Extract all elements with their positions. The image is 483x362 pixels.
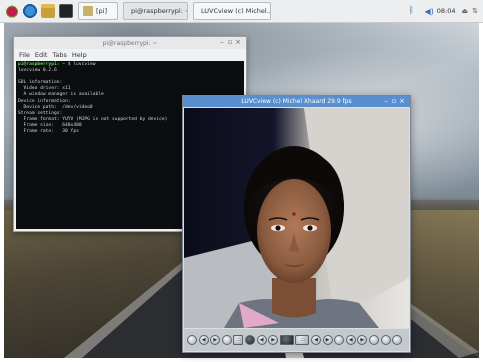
volume-icon[interactable]: ◀) [424,7,433,16]
control-button[interactable]: ◀ [310,335,321,345]
task-label: [pi] [96,7,108,15]
control-button[interactable]: ◀ [198,335,209,345]
control-button[interactable]: ▶ [268,335,279,345]
taskbar-task-luvcview[interactable]: LUVCview (c) Michel... [193,2,271,20]
eject-icon[interactable]: ⏏ [462,7,469,15]
control-button[interactable] [380,335,391,345]
maximize-icon[interactable]: ▫ [226,38,234,47]
command-text: luvcview [70,62,96,67]
control-button[interactable] [187,335,197,345]
taskbar: [pi] pi@raspberrypi: ~ LUVCview (c) Mich… [0,0,483,23]
left-pupil [275,225,281,231]
minimize-icon[interactable]: – [382,97,390,106]
web-browser-icon[interactable] [23,4,37,18]
control-button[interactable] [221,335,232,345]
control-button[interactable]: ▶ [357,335,368,345]
control-button[interactable]: ▶ [322,335,333,345]
luvcview-titlebar[interactable]: LUVCview (c) Michel Xhaard 29.9 fps – ▫ … [183,96,410,107]
control-button[interactable] [244,335,255,345]
taskbar-task-terminal[interactable]: pi@raspberrypi: ~ [123,2,188,20]
menu-tabs[interactable]: Tabs [52,51,66,59]
menu-edit[interactable]: Edit [35,51,48,59]
terminal-titlebar[interactable]: pi@raspberrypi: ~ – ▫ × [14,37,246,49]
terminal-icon[interactable] [59,4,73,18]
minimize-icon[interactable]: – [218,38,226,47]
system-tray: ᛒ ◀) 08:04 ⏏ ⇅ [408,6,483,16]
video-frame [184,108,409,328]
neck [272,278,316,318]
menu-help[interactable]: Help [72,51,87,59]
folder-icon [83,6,93,16]
window-title: pi@raspberrypi: ~ [102,39,158,47]
control-button[interactable] [279,335,294,345]
bindi [292,212,296,216]
bluetooth-icon[interactable]: ᛒ [408,6,414,16]
control-button[interactable]: ▭ [233,335,244,345]
terminal-menubar: File Edit Tabs Help [14,49,246,60]
control-button[interactable] [368,335,379,345]
control-button[interactable]: ◀ [345,335,356,345]
face [257,179,331,283]
control-button[interactable]: ◀ [256,335,267,345]
raspberry-menu-icon[interactable] [5,4,19,18]
prompt-user: pi@raspberrypi: [18,62,60,67]
close-icon[interactable]: × [234,38,242,47]
taskbar-task-files[interactable]: [pi] [78,2,118,20]
file-manager-icon[interactable] [41,4,55,18]
close-icon[interactable]: × [398,97,406,106]
camera-video-feed [184,108,409,328]
right-pupil [307,225,313,231]
control-button[interactable] [334,335,345,345]
wifi-icon[interactable]: ⇅ [472,7,478,15]
luvcview-window[interactable]: LUVCview (c) Michel Xhaard 29.9 fps – ▫ … [182,95,411,353]
control-button[interactable] [392,335,403,345]
maximize-icon[interactable]: ▫ [390,97,398,106]
task-label: pi@raspberrypi: ~ [131,7,188,15]
window-title: LUVCview (c) Michel Xhaard 29.9 fps [241,98,352,105]
clock[interactable]: 08:04 [437,7,456,15]
window-controls: – ▫ × [382,97,406,106]
task-label: LUVCview (c) Michel... [201,7,271,15]
luvcview-control-toolbar: ◀ ▶ ▭ ◀ ▶ ▭ ◀ ▶ ◀ ▶ [184,329,409,351]
prompt-path: ~ $ [62,62,71,67]
control-button[interactable]: ▭ [295,335,310,345]
menu-file[interactable]: File [19,51,30,59]
window-controls: – ▫ × [218,38,242,47]
control-button[interactable]: ▶ [210,335,221,345]
